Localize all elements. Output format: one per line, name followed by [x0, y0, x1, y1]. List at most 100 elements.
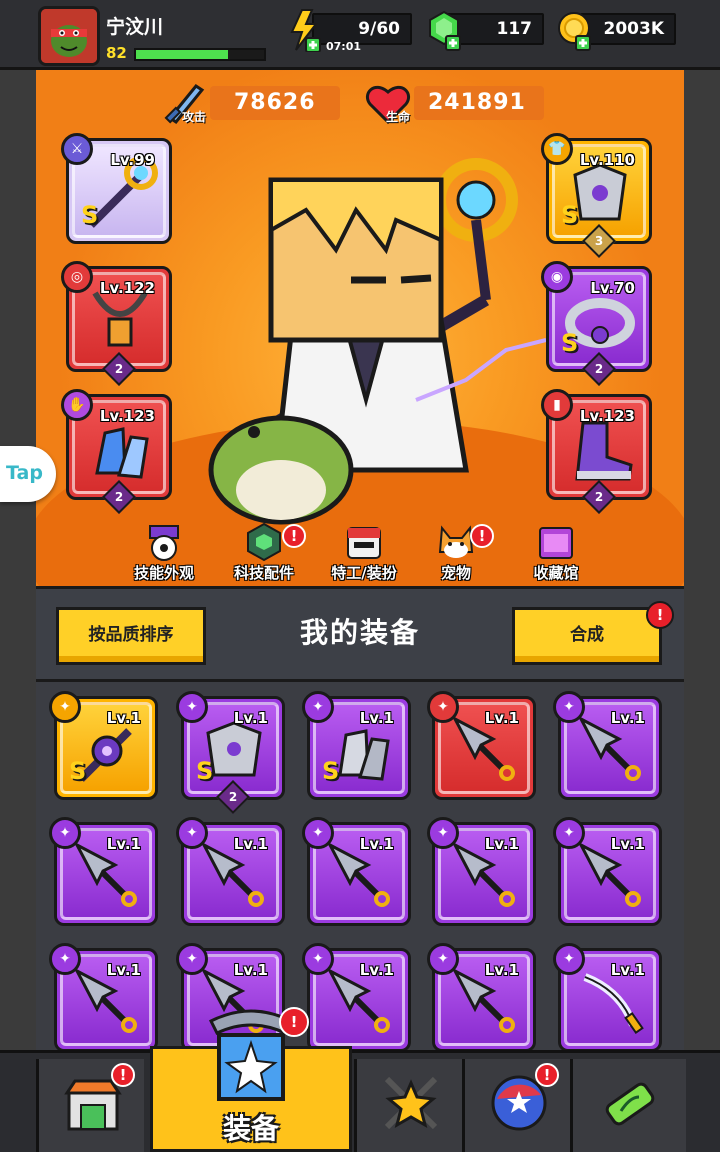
nav-skill-appearance[interactable]: 技能外观 [116, 518, 212, 586]
avatar-portrait-icon [41, 9, 97, 63]
item-slot-icon: ✦ [302, 817, 334, 849]
inventory-item[interactable]: Lv.1 ✦ [553, 691, 662, 800]
item-slot-icon: ✦ [302, 691, 334, 723]
inventory-item[interactable]: Lv.1 ✦ [553, 943, 662, 1052]
collection-chest-icon [539, 527, 573, 559]
weapon-slot-icon: ⚔ [61, 133, 93, 165]
armor-level: Lv.110 [579, 151, 635, 169]
boots-level: Lv.123 [579, 407, 635, 425]
player-level: 82 [106, 44, 127, 62]
item-level: Lv.1 [233, 835, 268, 853]
gem-value: 117 [496, 19, 533, 39]
item-grade: S [322, 757, 340, 785]
attack-value: 78626 [210, 86, 340, 120]
inventory-item[interactable]: Lv.1 ✦ [427, 817, 536, 926]
dna-capsule-icon [605, 1082, 655, 1126]
tab-equipment-label: 装备 [222, 1112, 279, 1145]
armor-grade: S [561, 201, 579, 229]
weapon-grade: S [81, 201, 99, 229]
xp-bar [134, 48, 266, 61]
belt-level: Lv.70 [590, 279, 635, 297]
attack-label: 攻击 [182, 110, 207, 124]
equipped-armor-slot[interactable]: Lv.110 S 👕 3 [541, 133, 652, 258]
left-border [0, 70, 36, 1050]
tech-parts-icon [247, 522, 281, 562]
merge-alert: ! [646, 601, 674, 629]
belt-grade: S [561, 329, 579, 357]
tab-battle[interactable] [354, 1059, 462, 1152]
energy-bolt-icon [290, 9, 321, 52]
equipped-weapon-slot[interactable]: Lv.99 S ⚔ [61, 133, 172, 244]
nav-tech-parts[interactable]: 科技配件 ! [216, 518, 312, 586]
inventory-item[interactable]: Lv.1 ✦ [49, 817, 158, 926]
item-slot-icon: ✦ [553, 817, 585, 849]
item-level: Lv.1 [359, 961, 394, 979]
boots-slot-icon: ▮ [541, 389, 573, 421]
inventory-item[interactable]: Lv.1 S ✦ [302, 691, 411, 800]
inventory-item[interactable]: Lv.1 ✦ [49, 943, 158, 1052]
nav-agent-outfit[interactable]: 特工/装扮 [316, 518, 412, 586]
item-slot-icon: ✦ [302, 943, 334, 975]
inventory-item[interactable]: Lv.1 ✦ [427, 691, 536, 800]
item-slot-icon: ✦ [553, 943, 585, 975]
xp-bar-fill [136, 50, 229, 59]
player-avatar[interactable] [38, 6, 100, 66]
gem-icon [429, 10, 461, 51]
equipped-gloves-slot[interactable]: Lv.123 ✋ 2 [61, 389, 172, 514]
inventory-header: 按品质排序 我的装备 合成 ! [36, 586, 684, 682]
tab-equipment[interactable]: 装备 ! [150, 1007, 352, 1152]
equipped-necklace-slot[interactable]: Lv.122 ◎ 2 [61, 261, 172, 386]
inventory-item[interactable]: Lv.1 S ✦ 2 [176, 691, 285, 814]
inventory-item[interactable]: Lv.1 ✦ [302, 817, 411, 926]
item-slot-icon: ✦ [49, 691, 81, 723]
nav-collection[interactable]: 收藏馆 [508, 518, 604, 586]
energy-timer: 07:01 [326, 40, 362, 53]
equipped-belt-slot[interactable]: Lv.70 S ◉ 2 [541, 261, 652, 386]
right-border [684, 70, 720, 1050]
item-slot-icon: ✦ [176, 817, 208, 849]
tab-dna[interactable] [570, 1059, 686, 1152]
item-grade: S [196, 757, 214, 785]
agent-outfit-icon [347, 527, 381, 559]
item-level: Lv.1 [233, 961, 268, 979]
inventory-item[interactable]: Lv.1 ✦ [553, 817, 662, 926]
inventory-item[interactable]: Lv.1 ✦ [302, 943, 411, 1052]
item-level: Lv.1 [106, 835, 141, 853]
hero-character-icon [208, 158, 547, 525]
item-slot-icon: ✦ [176, 691, 208, 723]
item-slot-icon: ✦ [427, 817, 459, 849]
gloves-level: Lv.123 [99, 407, 155, 425]
equipped-boots-slot[interactable]: Lv.123 ▮ 2 [541, 389, 652, 514]
inventory-item[interactable]: Lv.1 ✦ [427, 943, 536, 1052]
coin-icon [558, 12, 591, 51]
hp-value: 241891 [414, 86, 544, 120]
inventory-item[interactable]: Lv.1 ✦ [176, 817, 285, 926]
item-level: Lv.1 [610, 709, 645, 727]
armor-slot-icon: 👕 [541, 133, 573, 165]
item-slot-icon: ✦ [176, 943, 208, 975]
energy-value: 9/60 [358, 19, 400, 39]
tab-talent[interactable]: ! [462, 1059, 570, 1152]
skill-appearance-icon [149, 525, 179, 561]
item-level: Lv.1 [106, 961, 141, 979]
tech-parts-alert: ! [282, 524, 306, 548]
tab-shop[interactable]: ! [36, 1059, 144, 1152]
equipment-alert: ! [279, 1007, 309, 1037]
inventory-item[interactable]: Lv.1 S ✦ [49, 691, 158, 800]
shop-alert: ! [111, 1063, 135, 1087]
item-level: Lv.1 [359, 709, 394, 727]
hp-label: 生命 [386, 110, 411, 124]
weapon-level: Lv.99 [110, 151, 155, 169]
merge-button[interactable]: 合成 [512, 607, 662, 665]
item-slot-icon: ✦ [427, 691, 459, 723]
gloves-slot-icon: ✋ [61, 389, 93, 421]
bottom-tab-bar: ! ! [0, 1050, 720, 1152]
item-slot-icon: ✦ [49, 943, 81, 975]
battle-icon [384, 1076, 438, 1130]
talent-alert: ! [535, 1063, 559, 1087]
nav-pets[interactable]: 宠物 ! [408, 518, 504, 586]
coin-value: 2003K [603, 19, 665, 39]
tap-floating-button[interactable]: Tap [0, 446, 56, 502]
item-level: Lv.1 [484, 709, 519, 727]
item-level: Lv.1 [484, 835, 519, 853]
